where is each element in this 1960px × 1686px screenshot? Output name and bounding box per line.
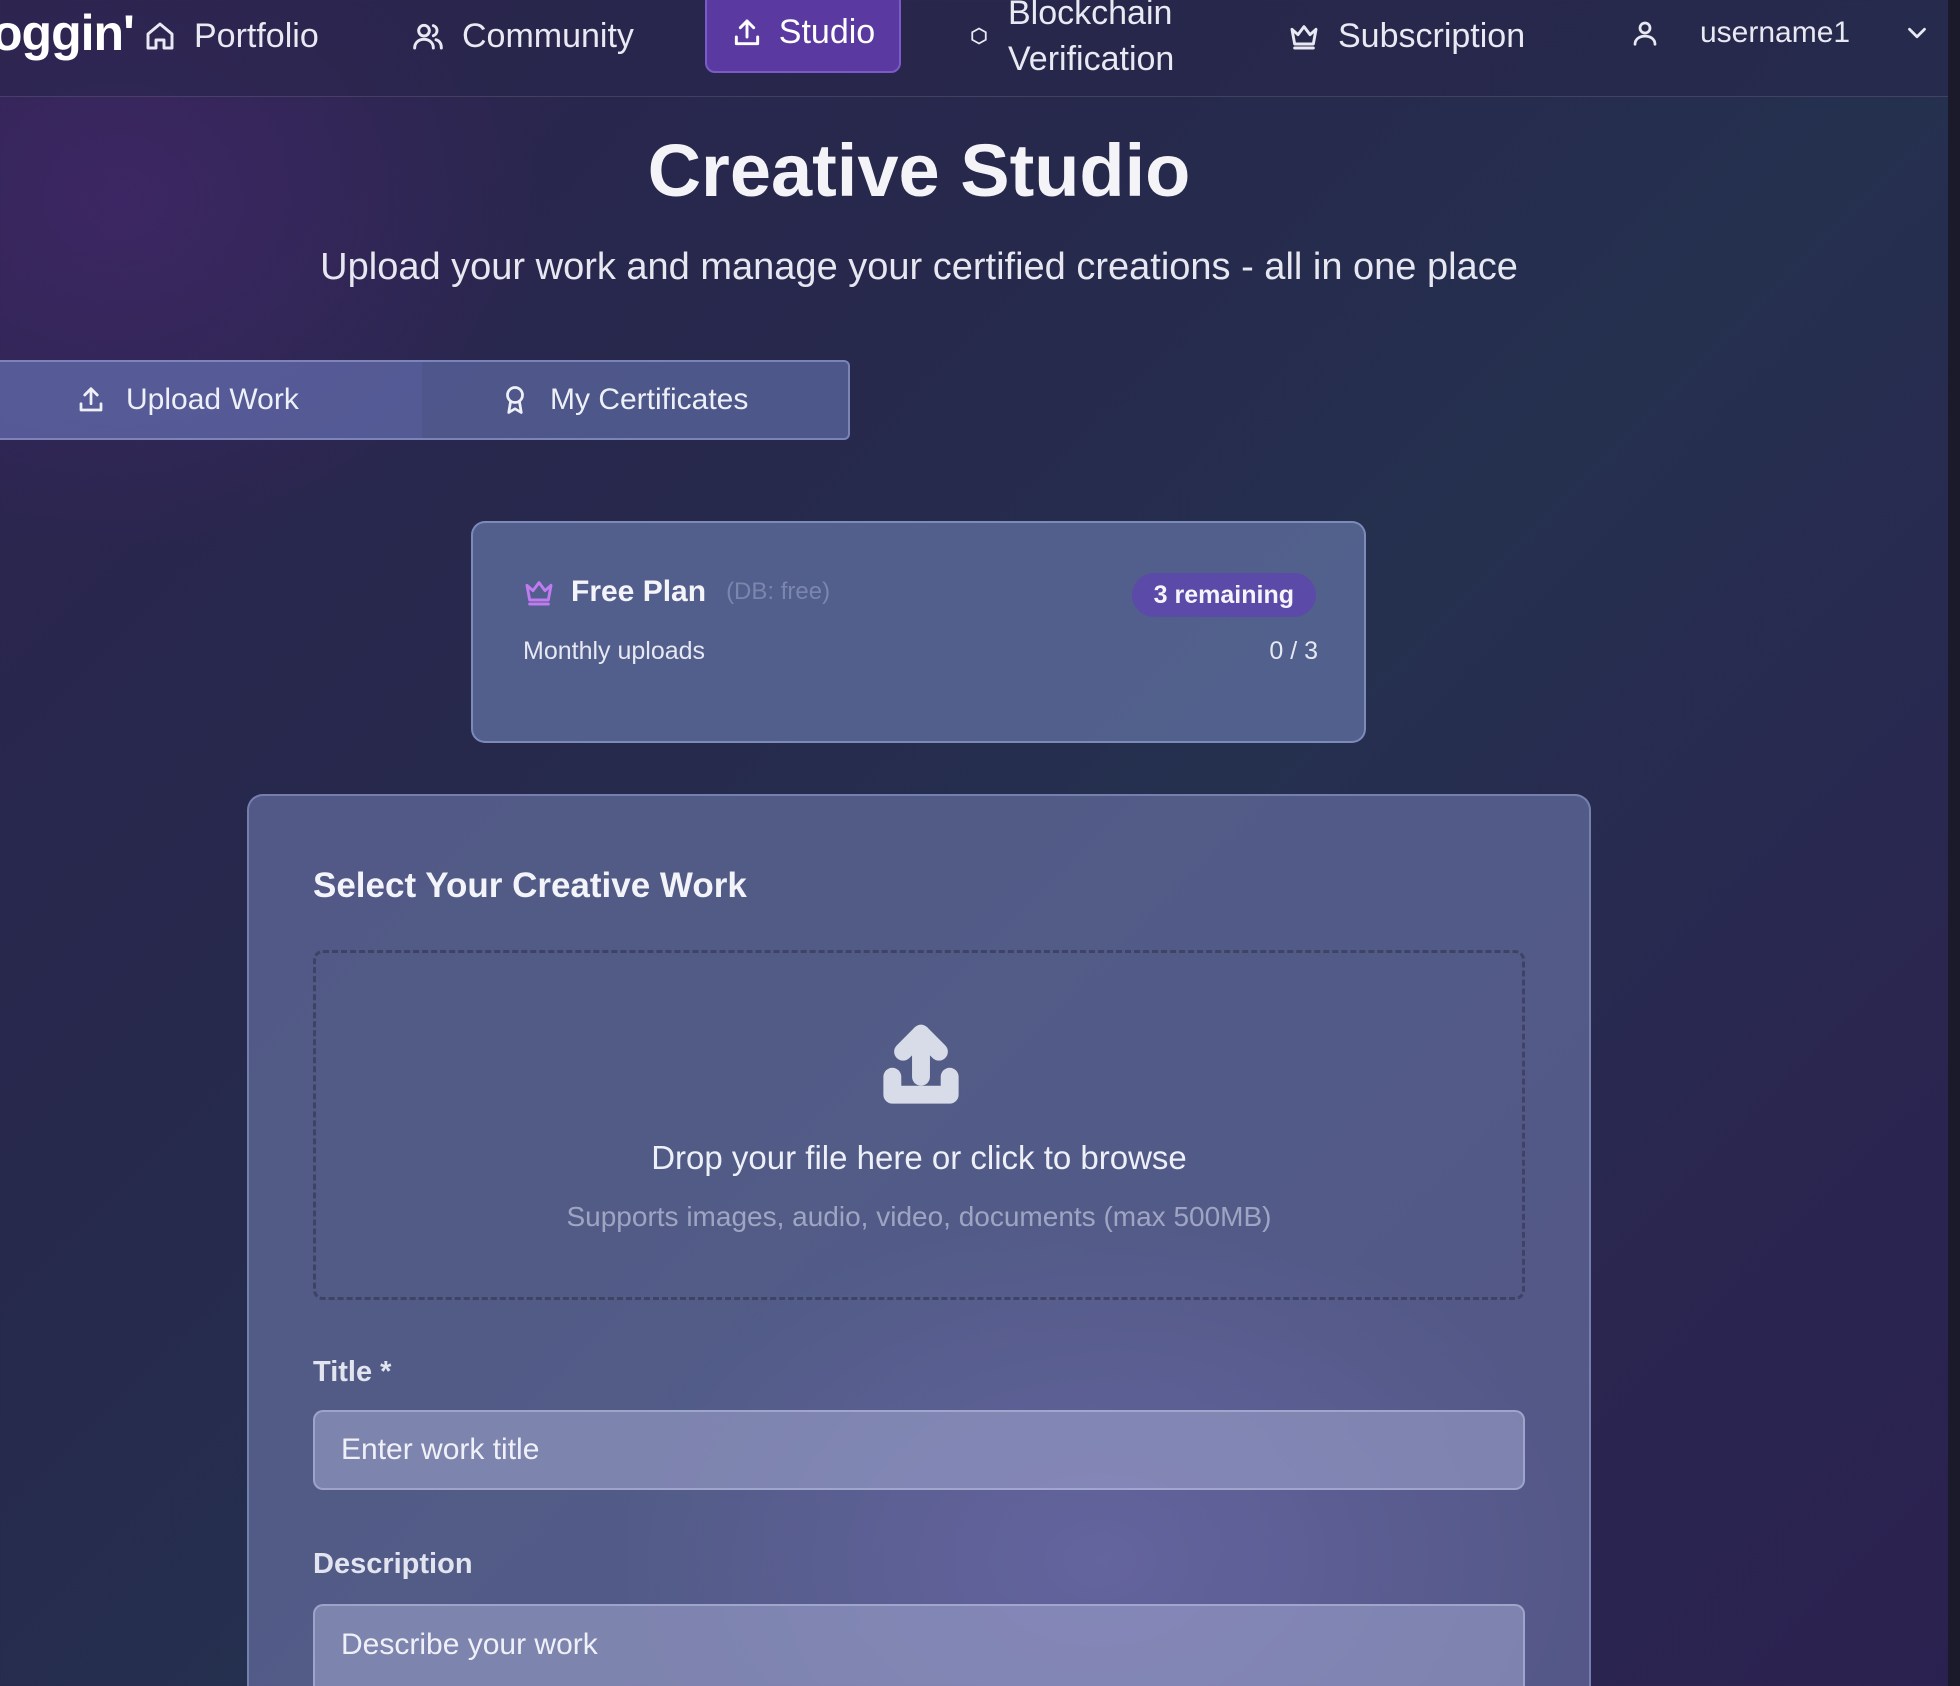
nav-blockchain-verification[interactable]: Blockchain Verification [970,0,1174,82]
page-subtitle: Upload your work and manage your certifi… [320,246,1518,288]
tab-my-certificates-label: My Certificates [550,383,749,416]
nav-community-label: Community [462,16,634,55]
brand-logo[interactable]: oggin' [0,4,135,62]
nav-blockchain-label-line1: Blockchain [1008,0,1173,32]
tab-upload-work[interactable]: Upload Work [76,362,299,438]
description-input[interactable] [313,1604,1525,1686]
hexagon-icon [971,27,987,45]
file-dropzone[interactable]: Drop your file here or click to browse S… [313,950,1525,1300]
crown-icon [525,581,553,606]
plan-card: Free Plan (DB: free) 3 remaining Monthly… [471,521,1366,743]
nav-blockchain-label-line2: Verification [1008,40,1175,78]
monthly-uploads-value: 0 / 3 [1269,637,1318,665]
plan-name: Free Plan [571,575,707,608]
crown-icon [1290,25,1318,50]
monthly-uploads-label: Monthly uploads [523,637,706,665]
window-edge [1948,0,1960,1686]
nav-portfolio-label: Portfolio [194,16,319,55]
chevron-down-icon [1908,27,1926,39]
tab-upload-work-label: Upload Work [126,383,299,416]
award-icon [506,386,524,414]
plan-db-note: (DB: free) [726,578,831,605]
nav-subscription-label: Subscription [1338,16,1526,55]
dropzone-main-text: Drop your file here or click to browse [651,1139,1187,1176]
nav-studio-label: Studio [778,13,876,51]
remaining-badge: 3 remaining [1131,573,1316,617]
upload-icon [734,19,759,45]
dropzone-sub-text: Supports images, audio, video, documents… [566,1201,1272,1232]
nav-community[interactable]: Community [412,0,634,72]
page-title: Creative Studio [647,129,1191,212]
top-navbar: oggin' Portfolio Community Studio Blockc… [0,0,1948,97]
plan-header: Free Plan (DB: free) [523,575,830,609]
user-menu[interactable]: username1 [1630,0,1932,66]
studio-tabs: Upload Work My Certificates [0,360,850,440]
description-label: Description [313,1548,473,1580]
home-icon [146,22,174,50]
users-icon [413,23,443,50]
username: username1 [1700,16,1851,49]
nav-studio[interactable]: Studio [705,0,901,73]
nav-portfolio[interactable]: Portfolio [144,0,319,72]
user-icon [1633,21,1657,46]
title-input[interactable] [313,1410,1525,1490]
tab-my-certificates[interactable]: My Certificates [500,362,748,438]
nav-subscription[interactable]: Subscription [1288,0,1525,72]
upload-form-card: Select Your Creative Work Drop your file… [247,794,1591,1686]
upload-icon [79,387,103,412]
upload-icon [883,1024,959,1104]
title-label: Title * [313,1356,392,1388]
section-title: Select Your Creative Work [313,866,747,905]
monthly-uploads-row: Monthly uploads 0 / 3 [523,637,1318,666]
